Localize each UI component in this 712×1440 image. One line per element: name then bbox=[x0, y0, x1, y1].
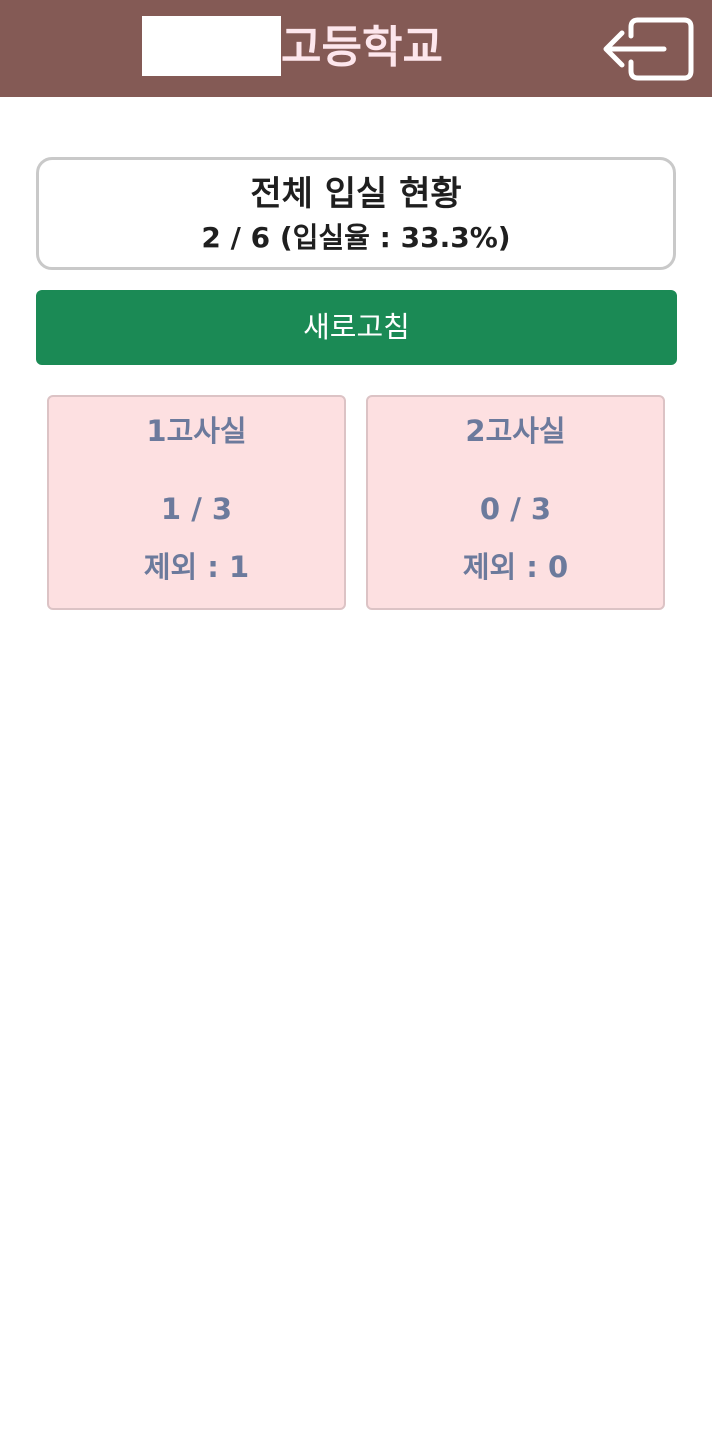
room-excluded-count: 제외 : 0 bbox=[462, 550, 569, 584]
app-header: 고등학교 bbox=[0, 0, 712, 97]
room-name: 2고사실 bbox=[465, 414, 566, 448]
school-name-redaction bbox=[142, 16, 281, 76]
room-attendance-count: 0 / 3 bbox=[479, 492, 552, 526]
room-name: 1고사실 bbox=[146, 414, 247, 448]
logout-button[interactable] bbox=[598, 10, 698, 86]
refresh-button[interactable]: 새로고침 bbox=[36, 290, 677, 365]
summary-stats: 2 / 6 (입실율 : 33.3%) bbox=[201, 221, 511, 254]
school-title: 고등학교 bbox=[281, 22, 443, 73]
room-card-2[interactable]: 2고사실 0 / 3 제외 : 0 bbox=[366, 395, 665, 610]
attendance-summary-card: 전체 입실 현황 2 / 6 (입실율 : 33.3%) bbox=[36, 157, 676, 270]
logout-icon bbox=[603, 17, 694, 81]
room-attendance-count: 1 / 3 bbox=[160, 492, 233, 526]
room-card-1[interactable]: 1고사실 1 / 3 제외 : 1 bbox=[47, 395, 346, 610]
room-excluded-count: 제외 : 1 bbox=[143, 550, 250, 584]
summary-title: 전체 입실 현황 bbox=[250, 174, 462, 214]
